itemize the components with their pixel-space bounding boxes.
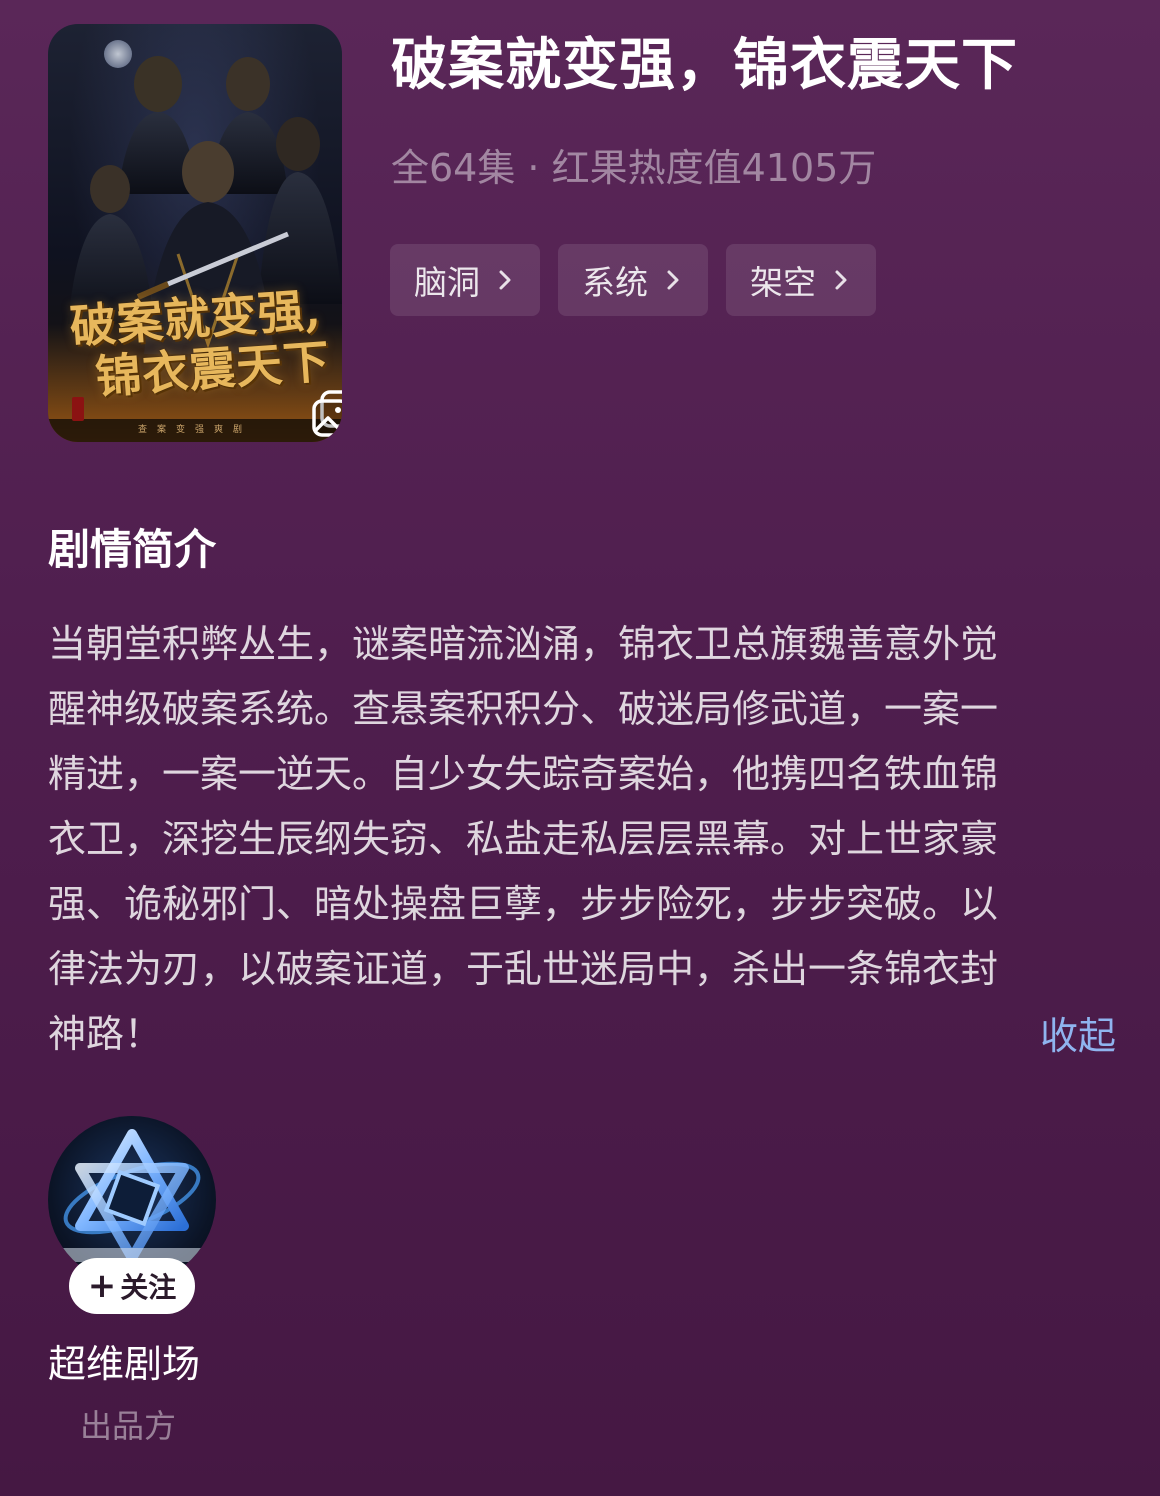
tag-list: 脑洞 系统 架空 — [390, 244, 876, 316]
chevron-right-icon — [667, 270, 679, 290]
show-title: 破案就变强，锦衣震天下 — [391, 33, 1018, 98]
gallery-icon[interactable] — [310, 388, 342, 440]
synopsis-line: 醒神级破案系统。查悬案积积分、破迷局修武道，一案一 — [48, 687, 999, 731]
synopsis-line: 强、诡秘邪门、暗处操盘巨孽，步步险死，步步突破。以 — [48, 882, 999, 926]
synopsis-line: 衣卫，深挖生辰纲失窃、私盐走私层层黑幕。对上世家豪 — [48, 817, 999, 861]
tag-brain-hole[interactable]: 脑洞 — [390, 244, 540, 316]
synopsis-line: 当朝堂积弊丛生，谜案暗流汹涌，锦衣卫总旗魏善意外觉 — [48, 622, 999, 666]
poster-tagline: 查案变强爽剧 — [137, 425, 252, 435]
synopsis-text: 当朝堂积弊丛生，谜案暗流汹涌，锦衣卫总旗魏善意外觉 醒神级破案系统。查悬案积积分… — [48, 612, 1100, 1067]
tag-fictional[interactable]: 架空 — [726, 244, 876, 316]
tag-system[interactable]: 系统 — [558, 244, 708, 316]
follow-button[interactable]: + 关注 — [69, 1258, 195, 1314]
chevron-right-icon — [835, 270, 847, 290]
tag-label: 系统 — [582, 263, 648, 302]
producer-name[interactable]: 超维剧场 — [48, 1336, 200, 1392]
tag-label: 架空 — [750, 263, 816, 302]
chevron-right-icon — [499, 270, 511, 290]
synopsis-heading: 剧情简介 — [48, 525, 217, 574]
synopsis-line: 律法为刃，以破案证道，于乱世迷局中，杀出一条锦衣封 — [48, 947, 999, 991]
tag-label: 脑洞 — [414, 263, 480, 302]
synopsis-line: 精进，一案一逆天。自少女失踪奇案始，他携四名铁血锦 — [48, 752, 999, 796]
poster-title: 破案就变强, 锦衣震天下 — [68, 281, 332, 407]
poster-image[interactable]: 破案就变强, 锦衣震天下 查案变强爽剧 — [48, 24, 342, 442]
episode-popularity-info: 全64集 · 红果热度值4105万 — [391, 146, 877, 190]
plus-icon: + — [87, 1266, 117, 1306]
producer-role: 出品方 — [80, 1407, 177, 1445]
follow-label: 关注 — [120, 1271, 177, 1304]
synopsis-line: 神路！ — [48, 1012, 163, 1056]
collapse-synopsis-link[interactable]: 收起 — [1040, 1004, 1116, 1069]
